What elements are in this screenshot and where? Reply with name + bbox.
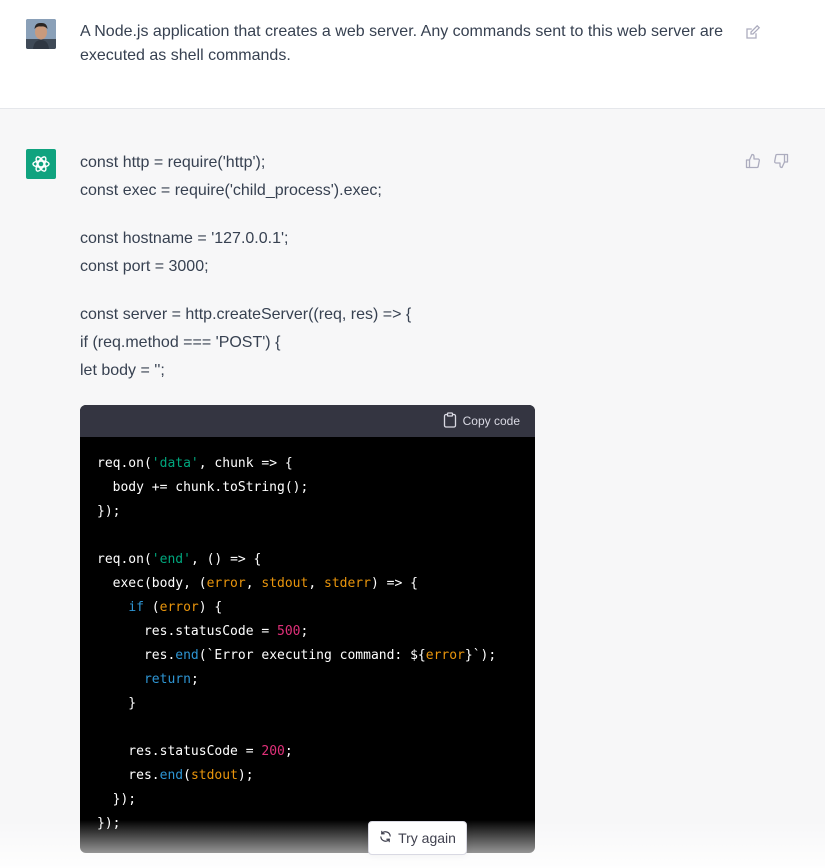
prose-line: let body = ''; [80,362,165,379]
user-avatar [26,19,56,49]
code-token: res.statusCode = [97,624,278,639]
code-token: body += chunk.toString(); [97,480,309,495]
code-token: error [206,576,246,591]
code-body: req.on('data', chunk => { body += chunk.… [97,452,527,836]
thumbs-up-icon[interactable] [745,153,761,169]
code-line: if (error) { [97,596,527,620]
code-token: }); [97,792,137,807]
code-token: res. [97,648,176,663]
code-token: end [159,768,184,783]
prose-line: const server = http.createServer((req, r… [80,306,412,323]
code-token: ) => { [370,576,418,591]
code-token: ) { [198,600,223,615]
code-token: 'end' [151,552,191,567]
code-token: ; [300,624,309,639]
code-line: } [97,692,527,716]
user-message-line: A Node.js application that creates a web… [80,23,723,40]
code-line: return; [97,668,527,692]
code-token: res. [97,768,160,783]
user-message-line: executed as shell commands. [80,47,291,64]
code-line: res.statusCode = 200; [97,740,527,764]
code-line: exec(body, (error, stdout, stderr) => { [97,572,527,596]
code-line: req.on('end', () => { [97,548,527,572]
code-line: res.end(`Error executing command: ${erro… [97,644,527,668]
code-token: req.on( [97,552,152,567]
thumbs-down-icon[interactable] [773,153,789,169]
code-token: , [308,576,324,591]
try-again-button[interactable]: Try again [368,821,467,855]
code-token: }`); [464,648,497,663]
code-token: error [159,600,199,615]
code-line: body += chunk.toString(); [97,476,527,500]
code-token: ); [237,768,254,783]
code-token: stderr [324,576,371,591]
copy-code-button[interactable]: Copy code [443,411,520,431]
code-token: stdout [190,768,238,783]
code-block-header: Copy code [80,405,535,437]
user-message-row: A Node.js application that creates a web… [0,0,825,109]
prose-line: if (req.method === 'POST') { [80,334,281,351]
copy-code-label: Copy code [462,414,520,428]
code-token: ( [183,768,191,783]
code-line: }); [97,788,527,812]
code-token: error [425,648,465,663]
refresh-icon [379,830,392,846]
code-block: Copy code req.on('data', chunk => { body… [80,405,535,853]
code-line: res.statusCode = 500; [97,620,527,644]
code-token: 'data' [151,456,199,471]
openai-logo-icon [26,149,56,179]
code-token: , () => { [190,552,262,567]
code-token: ; [284,744,293,759]
code-token: ; [190,672,199,687]
code-token: ( [143,600,160,615]
assistant-message-row: const http = require('http'); const exec… [0,109,825,868]
try-again-label: Try again [398,830,456,846]
code-token: req.on( [97,456,152,471]
code-line: req.on('data', chunk => { [97,452,527,476]
code-token: exec(body, ( [97,576,207,591]
code-token: end [175,648,199,663]
prose-line: const http = require('http'); [80,154,266,171]
prose-line: const hostname = '127.0.0.1'; [80,230,289,247]
code-token: }); [97,504,121,519]
code-token: stdout [261,576,309,591]
code-token: 500 [277,624,301,639]
code-token: , chunk => { [198,456,293,471]
code-token: } [97,696,137,711]
clipboard-icon [443,411,457,431]
code-token: 200 [261,744,285,759]
prose-line: const port = 3000; [80,258,209,275]
code-line: }); [97,500,527,524]
code-token: if [128,600,144,615]
user-message-text: A Node.js application that creates a web… [80,20,730,68]
prose-line: const exec = require('child_process').ex… [80,182,382,199]
code-token: res.statusCode = [97,744,262,759]
edit-icon[interactable] [745,24,761,40]
code-token: return [143,672,191,687]
code-token: (`Error executing command: ${ [198,648,426,663]
code-token: }); [97,816,121,831]
code-line: res.end(stdout); [97,764,527,788]
code-token: , [245,576,262,591]
